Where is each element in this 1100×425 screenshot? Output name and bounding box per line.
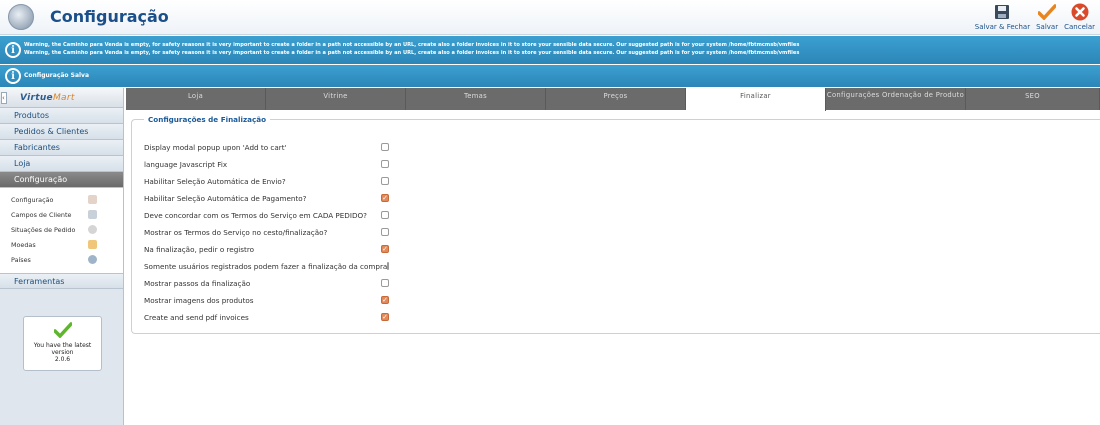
option-row: Habilitar Seleção Automática de Envio? (144, 174, 389, 188)
warning-text: Warning, the Caminho para Venda is empty… (24, 41, 799, 57)
submenu-label: Situações de Pedido (11, 225, 76, 234)
option-checkbox-imagens-produtos[interactable] (381, 296, 389, 304)
save-close-label: Salvar & Fechar (974, 23, 1031, 31)
submenu-item-moedas[interactable]: Moedas (0, 237, 123, 252)
option-checkbox-termos-pedido[interactable] (381, 211, 389, 219)
header-bar: Configuração Salvar & Fechar Salvar Canc… (0, 0, 1100, 35)
submenu-item-paises[interactable]: Países (0, 252, 123, 267)
sidebar-item-ferramentas[interactable]: Ferramentas (0, 273, 123, 289)
option-checkbox-auto-pagamento[interactable] (381, 194, 389, 202)
submenu-item-situacoes-pedido[interactable]: Situações de Pedido (0, 222, 123, 237)
virtuemart-logo: ‹ VirtueMart (0, 88, 123, 108)
tab-temas[interactable]: Temas (406, 88, 546, 110)
check-icon (1038, 3, 1057, 21)
save-icon (993, 3, 1011, 21)
toolbar: Salvar & Fechar Salvar Cancelar (972, 3, 1098, 31)
saved-message: i Configuração Salva (0, 65, 1100, 87)
option-row: Mostrar passos da finalização (144, 276, 389, 290)
option-row: Display modal popup upon 'Add to cart' (144, 140, 389, 154)
save-label: Salvar (1036, 23, 1059, 31)
info-icon: i (5, 68, 21, 84)
option-row: Mostrar os Termos do Serviço no cesto/fi… (144, 225, 389, 239)
logo-main-text: Virtue (20, 92, 53, 103)
option-row: Na finalização, pedir o registro (144, 242, 389, 256)
cancel-icon (1071, 3, 1089, 21)
option-checkbox-pedir-registro[interactable] (381, 245, 389, 253)
option-label: Somente usuários registrados podem fazer… (144, 261, 388, 271)
collapse-sidebar-icon[interactable]: ‹ (1, 92, 7, 104)
option-checkbox-somente-registrados[interactable] (387, 262, 390, 270)
submenu-label: Moedas (11, 240, 36, 249)
option-checkbox-pdf-invoices[interactable] (381, 313, 389, 321)
option-row: language Javascript Fix (144, 157, 389, 171)
option-checkbox-modal-popup[interactable] (381, 143, 389, 151)
check-icon (24, 322, 101, 342)
version-number: 2.0.6 (54, 356, 71, 363)
warning-message: i Warning, the Caminho para Venda is emp… (0, 36, 1100, 64)
option-checkbox-mostrar-termos[interactable] (381, 228, 389, 236)
tab-bar: Loja Vitrine Temas Preços Finalizar Conf… (126, 88, 1100, 111)
option-label: Display modal popup upon 'Add to cart' (144, 142, 287, 152)
submenu-label: Campos de Cliente (11, 210, 72, 219)
option-row: Deve concordar com os Termos do Serviço … (144, 208, 389, 222)
info-icon: i (5, 42, 21, 58)
globe-icon (88, 255, 97, 264)
fieldset-legend: Configurações de Finalização (144, 115, 271, 124)
option-label: Deve concordar com os Termos do Serviço … (144, 210, 367, 220)
option-checkbox-auto-envio[interactable] (381, 177, 389, 185)
option-row: Mostrar imagens dos produtos (144, 293, 389, 307)
option-label: Mostrar passos da finalização (144, 278, 251, 288)
tab-ordenacao-produto[interactable]: Configurações Ordenação de Produto (826, 88, 966, 110)
tab-seo[interactable]: SEO (966, 88, 1100, 110)
sidebar-item-produtos[interactable]: Produtos (0, 108, 123, 124)
tools-icon (88, 195, 97, 204)
option-label: Habilitar Seleção Automática de Envio? (144, 176, 286, 186)
app-logo-icon (8, 4, 34, 30)
cancel-label: Cancelar (1064, 23, 1095, 31)
version-box: You have the latest version 2.0.6 (23, 316, 102, 371)
saved-text: Configuração Salva (24, 72, 90, 79)
warning-line-2: Warning, the Caminho para Venda is empty… (24, 50, 800, 56)
sidebar-item-fabricantes[interactable]: Fabricantes (0, 140, 123, 156)
option-row: Create and send pdf invoices (144, 310, 389, 324)
option-checkbox-passos-finalizacao[interactable] (381, 279, 389, 287)
option-checkbox-js-fix[interactable] (381, 160, 389, 168)
page-title: Configuração (50, 7, 169, 26)
form-icon (88, 210, 97, 219)
tab-precos[interactable]: Preços (546, 88, 686, 110)
option-label: Habilitar Seleção Automática de Pagament… (144, 193, 307, 203)
coins-icon (88, 240, 97, 249)
save-button[interactable]: Salvar (1033, 3, 1061, 31)
submenu-label: Configuração (11, 195, 54, 204)
warning-line-1: Warning, the Caminho para Venda is empty… (24, 42, 800, 48)
tab-finalizar[interactable]: Finalizar (686, 88, 826, 111)
option-label: Mostrar os Termos do Serviço no cesto/fi… (144, 227, 328, 237)
sidebar-item-configuracao[interactable]: Configuração (0, 172, 123, 188)
status-icon (88, 225, 97, 234)
version-line-1: You have the latest (33, 342, 92, 349)
option-label: Create and send pdf invoices (144, 312, 249, 322)
tab-loja[interactable]: Loja (126, 88, 266, 110)
sidebar-submenu: Configuração Campos de Cliente Situações… (0, 188, 123, 273)
sidebar: ‹ VirtueMart Produtos Pedidos & Clientes… (0, 88, 124, 425)
option-label: language Javascript Fix (144, 159, 228, 169)
submenu-label: Países (11, 255, 31, 264)
option-row: Somente usuários registrados podem fazer… (144, 259, 390, 273)
option-row: Habilitar Seleção Automática de Pagament… (144, 191, 389, 205)
sidebar-item-loja[interactable]: Loja (0, 156, 123, 172)
cancel-button[interactable]: Cancelar (1061, 3, 1098, 31)
save-close-button[interactable]: Salvar & Fechar (972, 3, 1033, 31)
version-line-2: version (51, 349, 74, 356)
submenu-item-configuracao[interactable]: Configuração (0, 192, 123, 207)
finalizacao-fieldset: Configurações de Finalização Display mod… (131, 115, 1100, 334)
option-label: Mostrar imagens dos produtos (144, 295, 254, 305)
option-label: Na finalização, pedir o registro (144, 244, 255, 254)
submenu-item-campos-cliente[interactable]: Campos de Cliente (0, 207, 123, 222)
sidebar-item-pedidos-clientes[interactable]: Pedidos & Clientes (0, 124, 123, 140)
logo-accent-text: Mart (52, 92, 75, 103)
tab-vitrine[interactable]: Vitrine (266, 88, 406, 110)
